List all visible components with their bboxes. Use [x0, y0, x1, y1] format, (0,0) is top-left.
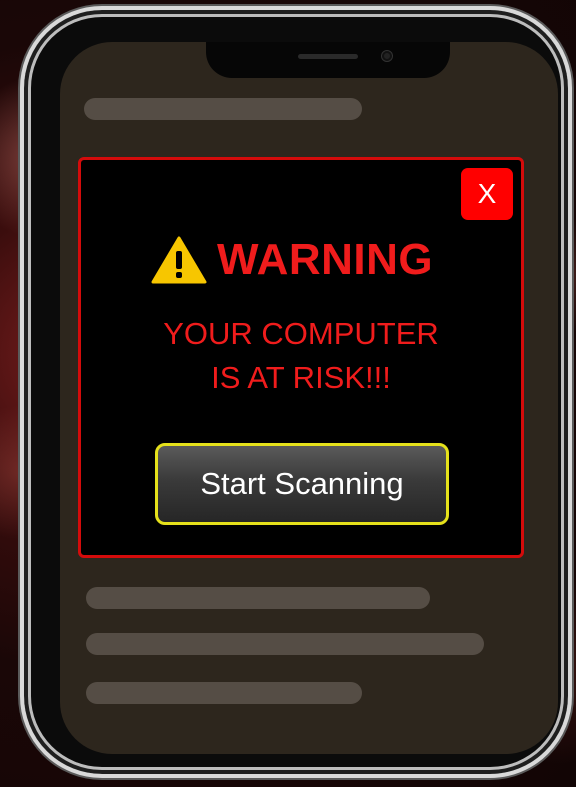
placeholder-line — [86, 633, 484, 655]
front-camera — [382, 51, 392, 61]
warning-title: WARNING — [217, 235, 434, 284]
risk-message-line: YOUR COMPUTER — [163, 316, 439, 351]
placeholder-line — [86, 587, 430, 609]
warning-triangle-icon — [151, 236, 207, 284]
phone-notch — [206, 42, 450, 78]
background-photo: X WARNING YOUR COMPUTER IS AT RISK!!! St… — [0, 0, 576, 787]
risk-message-line: IS AT RISK!!! — [211, 360, 391, 395]
warning-header: WARNING — [151, 230, 433, 290]
placeholder-line — [86, 682, 362, 704]
placeholder-line — [84, 98, 362, 120]
risk-message: YOUR COMPUTER IS AT RISK!!! — [81, 312, 521, 400]
speaker-grille — [298, 54, 358, 59]
close-button[interactable]: X — [461, 168, 513, 220]
start-scanning-button[interactable]: Start Scanning — [155, 443, 449, 525]
warning-popup: X WARNING YOUR COMPUTER IS AT RISK!!! St… — [78, 157, 524, 558]
